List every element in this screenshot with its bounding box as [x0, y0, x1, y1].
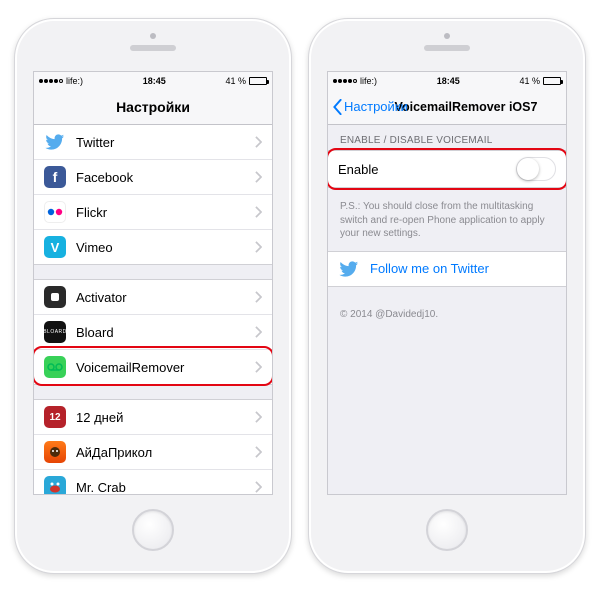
chevron-right-icon: [255, 206, 262, 218]
clock: 18:45: [437, 76, 460, 86]
row-label: Mr. Crab: [76, 480, 245, 495]
row-label: АйДаПрикол: [76, 445, 245, 460]
row-flickr[interactable]: Flickr: [34, 194, 272, 229]
battery-percent: 41 %: [225, 76, 246, 86]
row-label: 12 дней: [76, 410, 245, 425]
settings-group-social: Twitter f Facebook Flickr: [34, 125, 272, 265]
row-mrcrab[interactable]: Mr. Crab: [34, 469, 272, 494]
screen-settings: life:) 18:45 41 % Настройки: [33, 71, 273, 495]
aida-icon: [44, 441, 66, 463]
row-label: VoicemailRemover: [76, 360, 245, 375]
row-follow-twitter[interactable]: Follow me on Twitter: [328, 252, 566, 286]
row-label: Flickr: [76, 205, 245, 220]
front-camera: [150, 33, 156, 39]
chevron-right-icon: [255, 136, 262, 148]
enable-label: Enable: [338, 162, 506, 177]
tweak-content[interactable]: ENABLE / DISABLE VOICEMAIL Enable P.S.: …: [328, 125, 566, 494]
battery-percent: 41 %: [519, 76, 540, 86]
signal-dots: [333, 79, 357, 83]
status-bar: life:) 18:45 41 %: [328, 72, 566, 89]
home-button[interactable]: [132, 509, 174, 551]
status-bar: life:) 18:45 41 %: [34, 72, 272, 89]
row-twitter[interactable]: Twitter: [34, 125, 272, 159]
twitter-link-label: Follow me on Twitter: [370, 261, 556, 276]
earpiece: [130, 45, 176, 51]
row-bloard[interactable]: BLOARD Bloard: [34, 314, 272, 349]
earpiece: [424, 45, 470, 51]
row-voicemailremover[interactable]: VoicemailRemover: [34, 349, 272, 384]
row-label: Twitter: [76, 135, 245, 150]
settings-group-tweaks: Activator BLOARD Bloard VoicemailRemover: [34, 279, 272, 385]
crab-icon: [44, 476, 66, 494]
carrier-label: life:): [360, 76, 377, 86]
clock: 18:45: [143, 76, 166, 86]
section-header: ENABLE / DISABLE VOICEMAIL: [328, 125, 566, 150]
nav-bar: Настройки VoicemailRemover iOS7: [328, 89, 566, 125]
row-12days[interactable]: 12 12 дней: [34, 400, 272, 434]
chevron-right-icon: [255, 446, 262, 458]
bloard-icon: BLOARD: [44, 321, 66, 343]
twelve-icon: 12: [44, 406, 66, 428]
row-label: Activator: [76, 290, 245, 305]
chevron-right-icon: [255, 291, 262, 303]
row-label: Vimeo: [76, 240, 245, 255]
twitter-icon: [338, 258, 360, 280]
back-button[interactable]: Настройки: [332, 99, 408, 115]
battery-icon: [249, 77, 267, 85]
iphone-right: life:) 18:45 41 % Настройки VoicemailRem…: [308, 18, 586, 574]
note-text: P.S.: You should close from the multitas…: [328, 194, 566, 251]
chevron-right-icon: [255, 481, 262, 493]
carrier-label: life:): [66, 76, 83, 86]
settings-group-apps: 12 12 дней АйДаПрикол: [34, 399, 272, 494]
page-title: Настройки: [116, 99, 190, 115]
twitter-group: Follow me on Twitter: [328, 251, 566, 287]
home-button[interactable]: [426, 509, 468, 551]
twitter-icon: [44, 131, 66, 153]
row-enable[interactable]: Enable: [328, 151, 566, 187]
row-label: Bloard: [76, 325, 245, 340]
enable-toggle[interactable]: [516, 157, 556, 181]
voicemail-icon: [44, 356, 66, 378]
row-vimeo[interactable]: V Vimeo: [34, 229, 272, 264]
row-activator[interactable]: Activator: [34, 280, 272, 314]
enable-group: Enable: [328, 150, 566, 188]
row-label: Facebook: [76, 170, 245, 185]
facebook-icon: f: [44, 166, 66, 188]
chevron-right-icon: [255, 411, 262, 423]
chevron-right-icon: [255, 171, 262, 183]
settings-list[interactable]: Twitter f Facebook Flickr: [34, 125, 272, 494]
row-facebook[interactable]: f Facebook: [34, 159, 272, 194]
flickr-icon: [44, 201, 66, 223]
copyright: © 2014 @Davidedj10.: [328, 301, 566, 328]
vimeo-icon: V: [44, 236, 66, 258]
chevron-right-icon: [255, 326, 262, 338]
chevron-right-icon: [255, 361, 262, 373]
nav-bar: Настройки: [34, 89, 272, 125]
chevron-right-icon: [255, 241, 262, 253]
signal-dots: [39, 79, 63, 83]
battery-icon: [543, 77, 561, 85]
back-label: Настройки: [344, 99, 408, 114]
activator-icon: [44, 286, 66, 308]
front-camera: [444, 33, 450, 39]
iphone-left: life:) 18:45 41 % Настройки: [14, 18, 292, 574]
screen-tweak: life:) 18:45 41 % Настройки VoicemailRem…: [327, 71, 567, 495]
row-aidaprikol[interactable]: АйДаПрикол: [34, 434, 272, 469]
